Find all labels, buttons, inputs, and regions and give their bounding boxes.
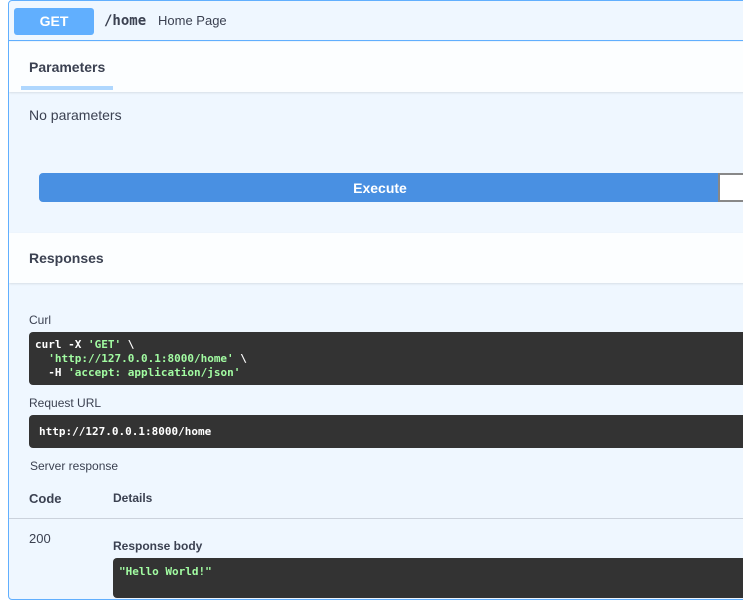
responses-title: Responses bbox=[29, 250, 104, 266]
method-badge: GET bbox=[14, 8, 94, 35]
curl-code-block[interactable]: curl -X 'GET' \ 'http://127.0.0.1:8000/h… bbox=[29, 332, 743, 385]
operation-summary[interactable]: GET /home Home Page bbox=[9, 1, 743, 41]
request-url-box[interactable]: http://127.0.0.1:8000/home bbox=[29, 415, 743, 448]
endpoint-description: Home Page bbox=[158, 13, 227, 28]
endpoint-path: /home bbox=[104, 13, 147, 29]
curl-line: 'http://127.0.0.1:8000/home' \ bbox=[48, 352, 247, 365]
column-header-code: Code bbox=[29, 491, 62, 506]
clear-button[interactable] bbox=[718, 173, 743, 202]
curl-label: Curl bbox=[29, 313, 52, 327]
responses-header: Responses bbox=[9, 233, 743, 283]
tab-parameters[interactable]: Parameters bbox=[29, 59, 105, 75]
response-body-box[interactable]: "Hello World!" bbox=[113, 558, 743, 598]
parameters-header: Parameters bbox=[9, 42, 743, 92]
curl-line: curl -X 'GET' \ bbox=[35, 338, 135, 351]
execute-button[interactable]: Execute bbox=[39, 173, 721, 202]
response-body-label: Response body bbox=[113, 539, 203, 553]
operation-block-get-home: GET /home Home Page Parameters No parame… bbox=[8, 0, 743, 600]
table-divider bbox=[9, 518, 743, 519]
curl-line: -H 'accept: application/json' bbox=[35, 366, 241, 379]
tab-active-indicator bbox=[21, 86, 113, 90]
response-body-text: "Hello World!" bbox=[119, 565, 212, 578]
column-header-details: Details bbox=[113, 491, 153, 505]
server-response-label: Server response bbox=[30, 459, 119, 473]
no-parameters-text: No parameters bbox=[29, 107, 122, 123]
request-url-label: Request URL bbox=[29, 396, 102, 410]
response-status-code: 200 bbox=[29, 531, 51, 546]
